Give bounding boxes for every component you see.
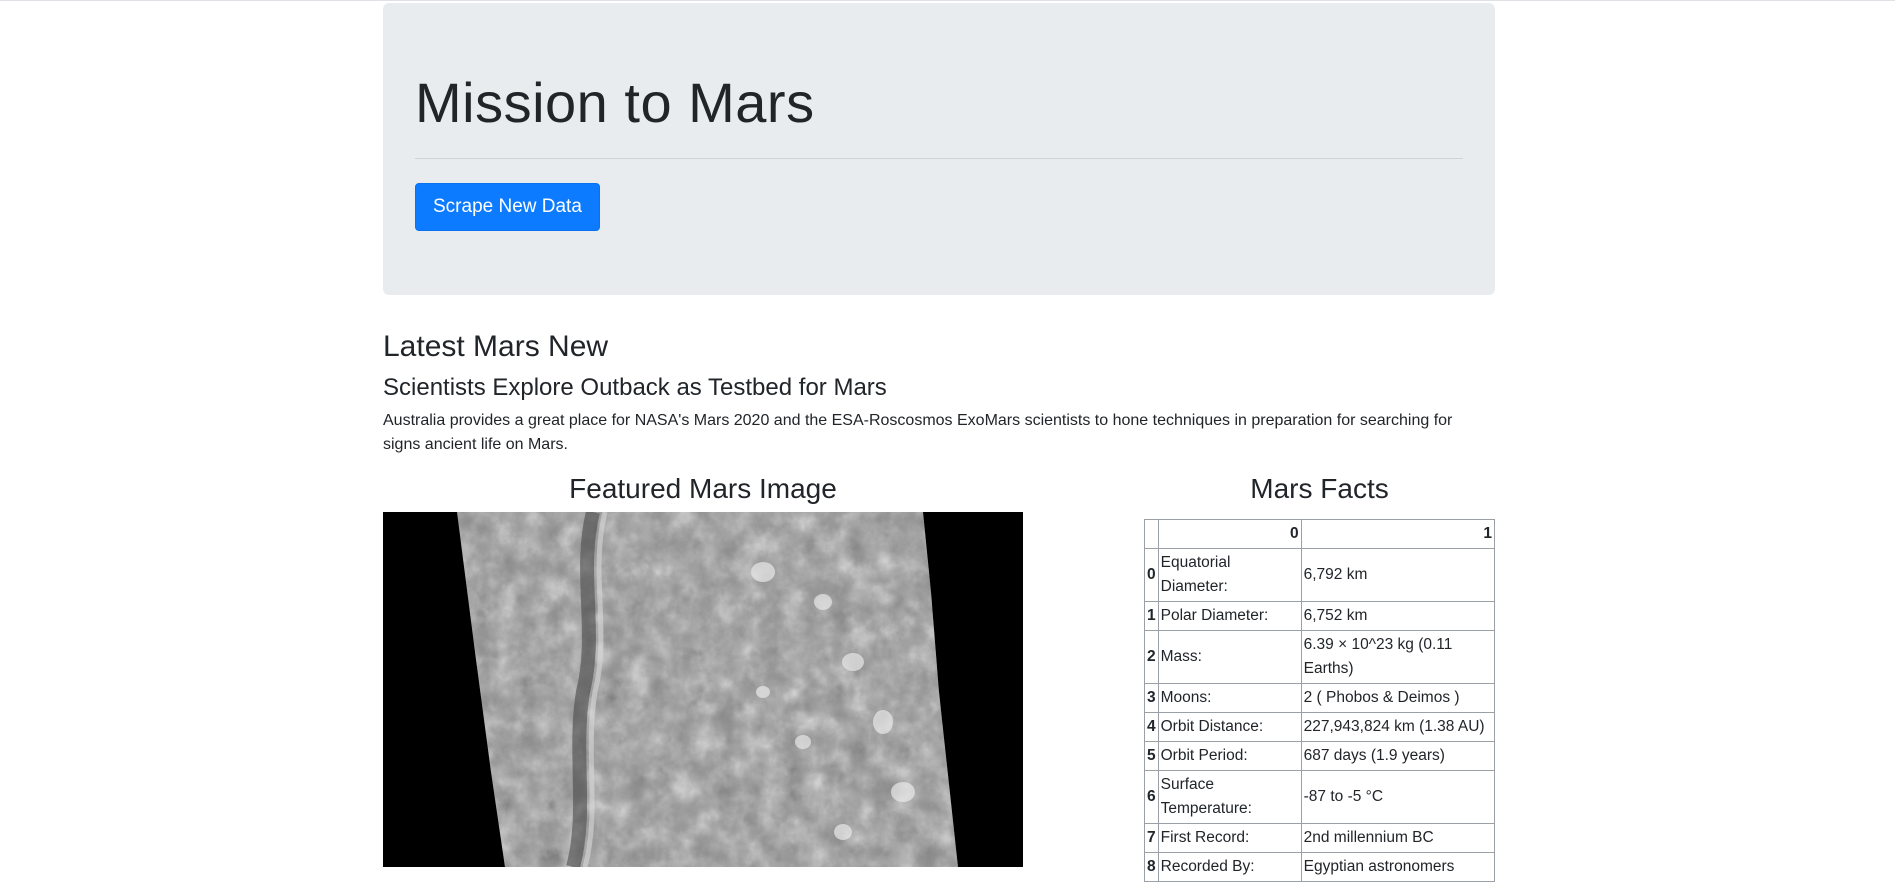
fact-key: Surface Temperature: <box>1157 770 1302 824</box>
row-index: 6 <box>1144 770 1159 824</box>
row-index: 4 <box>1144 712 1159 742</box>
table-row: 0 Equatorial Diameter: 6,792 km <box>1144 548 1496 602</box>
news-title: Scientists Explore Outback as Testbed fo… <box>383 374 887 401</box>
table-row: 1 Polar Diameter: 6,752 km <box>1144 601 1496 631</box>
page-title: Mission to Mars <box>415 71 815 134</box>
fact-value: 227,943,824 km (1.38 AU) <box>1300 712 1496 742</box>
table-header-cell <box>1144 519 1159 549</box>
mars-facts-table: 0 1 0 Equatorial Diameter: 6,792 km 1 Po… <box>1144 519 1496 882</box>
table-header-cell: 1 <box>1300 519 1496 549</box>
fact-value: 2nd millennium BC <box>1300 823 1496 853</box>
row-index: 1 <box>1144 601 1159 631</box>
table-header-cell: 0 <box>1157 519 1302 549</box>
mars-facts-column: Mars Facts 0 1 0 Equatorial Diameter: 6,… <box>1144 457 1496 882</box>
row-index: 7 <box>1144 823 1159 853</box>
table-row: 8 Recorded By: Egyptian astronomers <box>1144 852 1496 882</box>
row-index: 5 <box>1144 741 1159 771</box>
table-row: 5 Orbit Period: 687 days (1.9 years) <box>1144 741 1496 771</box>
row-index: 2 <box>1144 630 1159 684</box>
row-index: 8 <box>1144 852 1159 882</box>
mars-facts-heading: Mars Facts <box>1250 473 1389 504</box>
featured-image-heading: Featured Mars Image <box>569 473 837 504</box>
table-header-row: 0 1 <box>1144 519 1496 549</box>
fact-key: Orbit Period: <box>1157 741 1302 771</box>
fact-key: Equatorial Diameter: <box>1157 548 1302 602</box>
table-row: 7 First Record: 2nd millennium BC <box>1144 823 1496 853</box>
featured-mars-image <box>383 512 1023 867</box>
fact-key: First Record: <box>1157 823 1302 853</box>
fact-value: 6.39 × 10^23 kg (0.11 Earths) <box>1300 630 1496 684</box>
row-index: 0 <box>1144 548 1159 602</box>
jumbotron: Mission to Mars Scrape New Data <box>383 3 1495 295</box>
fact-value: 6,752 km <box>1300 601 1496 631</box>
fact-value: Egyptian astronomers <box>1300 852 1496 882</box>
news-paragraph: Australia provides a great place for NAS… <box>383 412 1453 453</box>
fact-key: Recorded By: <box>1157 852 1302 882</box>
featured-image-column: Featured Mars Image <box>383 457 1023 867</box>
scrape-button[interactable]: Scrape New Data <box>415 183 600 231</box>
fact-key: Orbit Distance: <box>1157 712 1302 742</box>
page-container: Mission to Mars Scrape New Data Latest M… <box>383 3 1496 882</box>
table-row: 2 Mass: 6.39 × 10^23 kg (0.11 Earths) <box>1144 630 1496 684</box>
content-row: Featured Mars Image Mars Facts 0 1 0 Equ… <box>383 457 1496 882</box>
row-index: 3 <box>1144 683 1159 713</box>
table-row: 4 Orbit Distance: 227,943,824 km (1.38 A… <box>1144 712 1496 742</box>
fact-key: Moons: <box>1157 683 1302 713</box>
news-section-heading: Latest Mars New <box>383 330 609 363</box>
fact-value: 6,792 km <box>1300 548 1496 602</box>
fact-key: Polar Diameter: <box>1157 601 1302 631</box>
fact-value: -87 to -5 °C <box>1300 770 1496 824</box>
fact-key: Mass: <box>1157 630 1302 684</box>
table-row: 6 Surface Temperature: -87 to -5 °C <box>1144 770 1496 824</box>
fact-value: 2 ( Phobos & Deimos ) <box>1300 683 1496 713</box>
fact-value: 687 days (1.9 years) <box>1300 741 1496 771</box>
divider <box>415 158 1463 159</box>
table-row: 3 Moons: 2 ( Phobos & Deimos ) <box>1144 683 1496 713</box>
